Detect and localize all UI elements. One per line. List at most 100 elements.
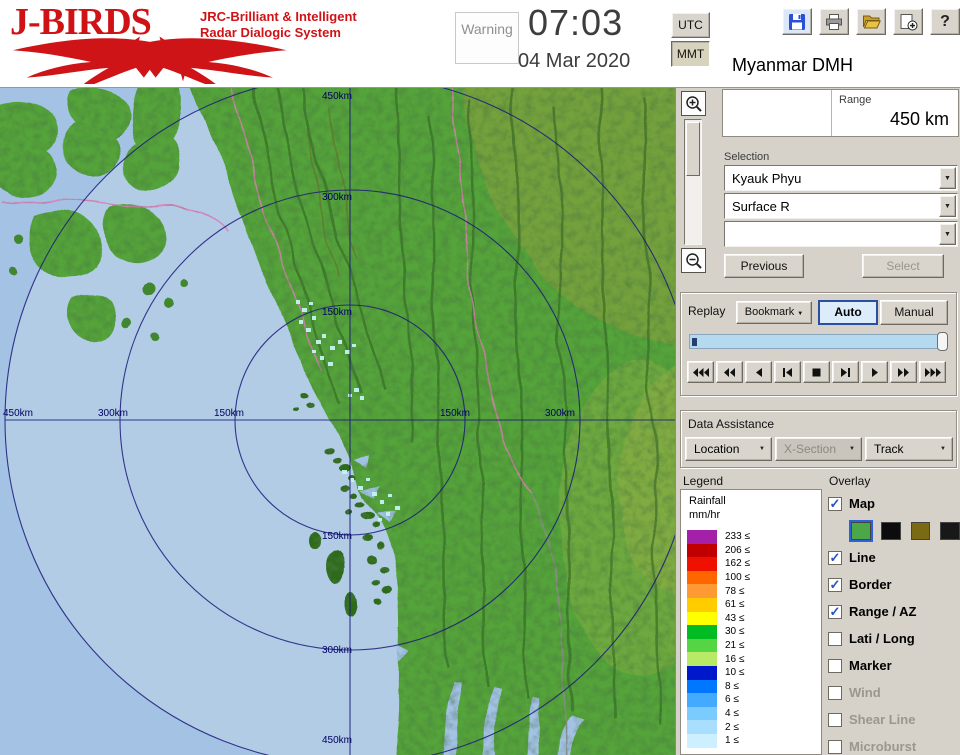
location-button[interactable]: Location▼ bbox=[685, 437, 772, 461]
checkbox[interactable] bbox=[828, 659, 842, 673]
legend-row: 78 ≤ bbox=[687, 584, 750, 598]
track-button-label: Track bbox=[874, 442, 904, 456]
playback-step-backward-button[interactable] bbox=[774, 361, 801, 383]
playback-fast-rewind-button[interactable] bbox=[687, 361, 714, 383]
x-section-button: X-Section▼ bbox=[775, 437, 862, 461]
radar-map[interactable]: 450km300km150km150km300km450km450km300km… bbox=[0, 88, 675, 755]
product-combobox[interactable]: Surface R ▼ bbox=[724, 193, 958, 219]
auto-mode-button[interactable]: Auto bbox=[818, 300, 878, 325]
legend-color-swatch bbox=[687, 530, 717, 544]
range-display-panel: Range 450 km bbox=[722, 89, 959, 137]
overlay-item-border[interactable]: ✓Border bbox=[828, 571, 960, 598]
zoom-out-button[interactable] bbox=[681, 248, 706, 273]
checkbox[interactable]: ✓ bbox=[828, 605, 842, 619]
step-backward-icon bbox=[782, 367, 793, 378]
checkbox[interactable]: ✓ bbox=[828, 551, 842, 565]
toolbar: ? bbox=[782, 8, 960, 35]
open-folder-button[interactable] bbox=[856, 8, 886, 35]
printer-icon bbox=[825, 13, 843, 31]
map-style-option[interactable] bbox=[881, 522, 901, 540]
legend-value: 1 ≤ bbox=[725, 735, 739, 746]
skip-to-end-icon bbox=[924, 367, 942, 378]
overlay-item-map[interactable]: ✓Map bbox=[828, 490, 960, 517]
checkbox[interactable] bbox=[828, 632, 842, 646]
playback-skip-to-end-button[interactable] bbox=[919, 361, 946, 383]
help-button[interactable]: ? bbox=[930, 8, 960, 35]
range-ring-label: 150km bbox=[322, 307, 352, 318]
timeline-thumb[interactable] bbox=[937, 332, 948, 351]
bookmark-button[interactable]: Bookmark▼ bbox=[736, 301, 812, 324]
playback-play-backward-button[interactable] bbox=[745, 361, 772, 383]
map-style-option[interactable] bbox=[940, 522, 960, 540]
legend-color-swatch bbox=[687, 680, 717, 694]
chevron-down-icon[interactable]: ▼ bbox=[939, 167, 956, 189]
mmt-toggle-button[interactable]: MMT bbox=[671, 41, 710, 67]
legend-unit-line2: mm/hr bbox=[689, 509, 720, 521]
product-combobox-value: Surface R bbox=[732, 199, 790, 214]
legend-value: 16 ≤ bbox=[725, 654, 744, 665]
zoom-slider-track[interactable] bbox=[684, 119, 702, 245]
overlay-item-label: Shear Line bbox=[849, 712, 915, 727]
select-button[interactable]: Select bbox=[862, 254, 944, 278]
overlay-items: ✓Map✓Line✓Border✓Range / AZLati / LongMa… bbox=[828, 490, 960, 755]
legend-value: 206 ≤ bbox=[725, 545, 750, 556]
playback-play-forward-button[interactable] bbox=[861, 361, 888, 383]
selection-label: Selection bbox=[724, 151, 769, 163]
overlay-item-marker[interactable]: Marker bbox=[828, 652, 960, 679]
overlay-item-range-az[interactable]: ✓ Range / AZ bbox=[828, 598, 960, 625]
legend-value: 162 ≤ bbox=[725, 558, 750, 569]
map-style-option[interactable] bbox=[851, 522, 871, 540]
previous-button[interactable]: Previous bbox=[724, 254, 804, 278]
checkbox[interactable]: ✓ bbox=[828, 497, 842, 511]
clock-date: 04 Mar 2020 bbox=[518, 50, 630, 73]
legend-color-swatch bbox=[687, 625, 717, 639]
legend-value: 21 ≤ bbox=[725, 640, 744, 651]
playback-rewind-button[interactable] bbox=[716, 361, 743, 383]
range-label: Range bbox=[839, 94, 871, 106]
control-panel: Range 450 km Selection Kyauk Phyu ▼ Surf… bbox=[675, 88, 960, 755]
range-ring-label: 450km bbox=[3, 408, 33, 419]
checkbox[interactable]: ✓ bbox=[828, 578, 842, 592]
legend-unit-line1: Rainfall bbox=[689, 495, 726, 507]
step-forward-icon bbox=[840, 367, 851, 378]
playback-step-forward-button[interactable] bbox=[832, 361, 859, 383]
legend-row: 1 ≤ bbox=[687, 734, 750, 748]
save-button[interactable] bbox=[782, 8, 812, 35]
header: J-BIRDS JRC-Brilliant & Intelligent Rada… bbox=[0, 0, 960, 88]
manual-mode-button[interactable]: Manual bbox=[880, 300, 948, 325]
export-button[interactable] bbox=[893, 8, 923, 35]
playback-fast-forward-button[interactable] bbox=[890, 361, 917, 383]
station-title: Myanmar DMH bbox=[732, 55, 853, 76]
range-ring-label: 300km bbox=[545, 408, 575, 419]
map-style-option[interactable] bbox=[911, 522, 931, 540]
replay-timeline-slider[interactable] bbox=[689, 334, 947, 349]
zoom-in-button[interactable] bbox=[681, 91, 706, 116]
legend-label: Legend bbox=[683, 474, 723, 488]
overlay-item-label: Microburst bbox=[849, 739, 916, 754]
legend-row: 100 ≤ bbox=[687, 571, 750, 585]
legend-value: 30 ≤ bbox=[725, 626, 744, 637]
checkbox bbox=[828, 740, 842, 754]
utc-toggle-button[interactable]: UTC bbox=[671, 12, 710, 38]
chevron-down-icon[interactable]: ▼ bbox=[939, 223, 956, 245]
zoom-slider-thumb[interactable] bbox=[686, 122, 700, 176]
extra-combobox[interactable]: ▼ bbox=[724, 221, 958, 247]
print-button[interactable] bbox=[819, 8, 849, 35]
overlay-item-line[interactable]: ✓Line bbox=[828, 544, 960, 571]
legend-row: 2 ≤ bbox=[687, 720, 750, 734]
data-assistance-label: Data Assistance bbox=[688, 417, 774, 431]
site-combobox[interactable]: Kyauk Phyu ▼ bbox=[724, 165, 958, 191]
overlay-item-lati-long[interactable]: Lati / Long bbox=[828, 625, 960, 652]
overlay-item-label: Range / AZ bbox=[849, 604, 916, 619]
legend-color-swatch bbox=[687, 720, 717, 734]
legend-color-swatch bbox=[687, 598, 717, 612]
playback-stop-button[interactable] bbox=[803, 361, 830, 383]
legend-row: 43 ≤ bbox=[687, 612, 750, 626]
chevron-down-icon[interactable]: ▼ bbox=[939, 195, 956, 217]
legend-row: 30 ≤ bbox=[687, 625, 750, 639]
rewind-icon bbox=[723, 367, 736, 378]
legend-value: 8 ≤ bbox=[725, 681, 739, 692]
track-button[interactable]: Track▼ bbox=[865, 437, 953, 461]
warning-button[interactable]: Warning bbox=[455, 12, 519, 64]
legend-value: 6 ≤ bbox=[725, 694, 739, 705]
